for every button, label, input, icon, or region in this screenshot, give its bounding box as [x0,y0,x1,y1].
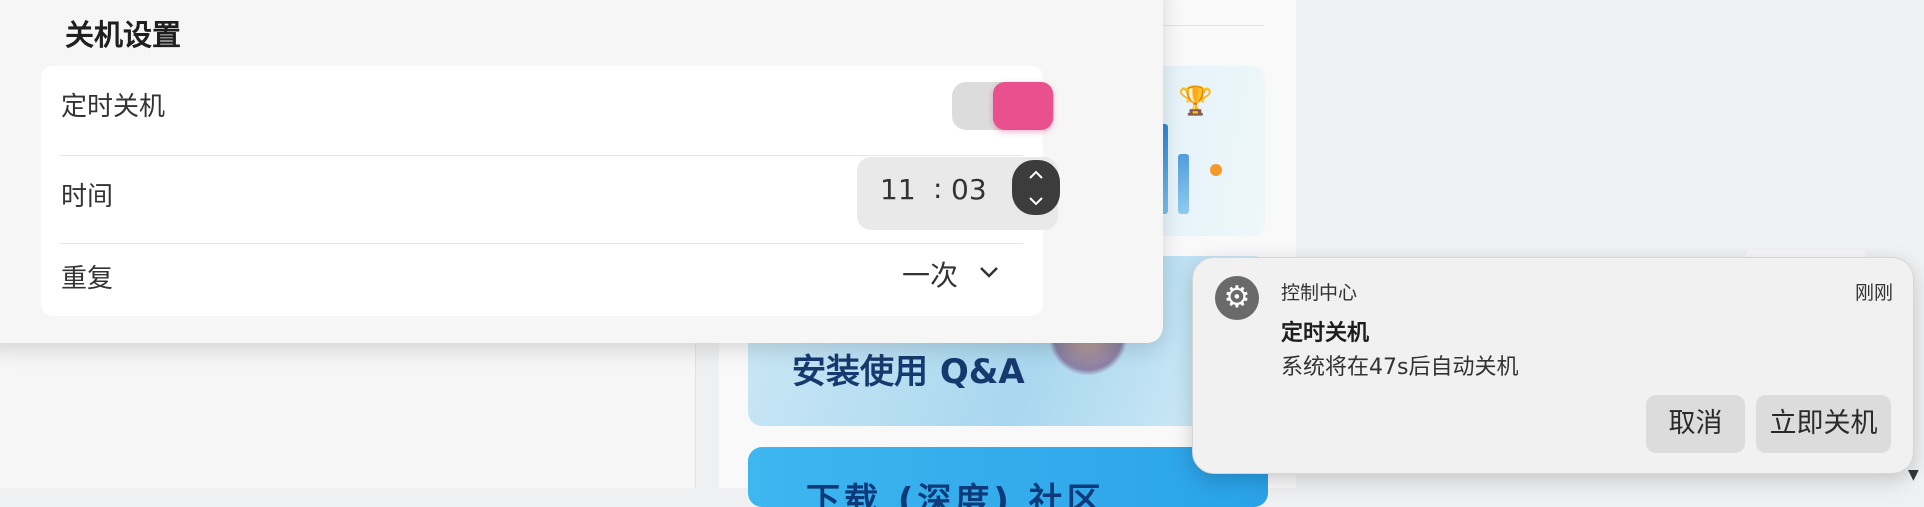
gear-icon: ⚙ [1215,276,1259,320]
chevron-up-icon[interactable] [1012,162,1060,188]
chevron-down-icon[interactable] [978,260,1000,285]
scroll-down-icon[interactable]: ▼ [1908,467,1919,483]
trophy-icon: 🏆 [1178,84,1213,117]
repeat-label: 重复 [61,264,114,294]
time-picker[interactable]: 11 : 03 [857,157,1060,230]
banner-graphic-dot [1210,164,1222,176]
shutdown-now-button[interactable]: 立即关机 [1756,395,1891,453]
cancel-button[interactable]: 取消 [1646,395,1745,453]
settings-card: 定时关机 时间 11 : 03 重复 一次 [41,66,1060,316]
repeat-row[interactable]: 重复 一次 [41,244,1043,316]
banner-card-download[interactable]: 下载 (深度) 社区 [748,447,1268,507]
repeat-value[interactable]: 一次 [902,254,958,294]
timed-shutdown-toggle[interactable] [952,82,1054,130]
background-left-area [0,343,695,488]
time-spinner [1012,160,1060,215]
notification-body: 系统将在47s后自动关机 [1281,355,1519,380]
time-label: 时间 [61,182,114,212]
banner-graphic-bar [1178,154,1189,214]
notification-app-name: 控制中心 [1281,282,1358,304]
notification-title: 定时关机 [1281,321,1370,346]
hour-field[interactable]: 11 [880,173,916,206]
timed-shutdown-row: 定时关机 [41,66,1054,152]
shutdown-settings-panel: 关机设置 定时关机 时间 11 : 03 重复 一次 [0,0,1163,343]
timed-shutdown-label: 定时关机 [61,92,166,122]
shutdown-notification: ⚙ 控制中心 刚刚 定时关机 系统将在47s后自动关机 取消 立即关机 [1192,257,1914,474]
minute-field[interactable]: 03 [951,173,987,206]
toggle-knob [993,82,1053,130]
chevron-down-icon[interactable] [1012,188,1060,214]
notification-time: 刚刚 [1854,282,1893,304]
row-divider [60,155,1023,156]
time-row: 时间 11 : 03 [41,157,1060,244]
background-divider [695,343,696,488]
panel-title: 关机设置 [65,18,182,52]
qa-card-title: 安装使用 Q&A [792,352,1025,392]
download-card-title: 下载 (深度) 社区 [806,481,1105,507]
time-separator: : [933,172,943,205]
